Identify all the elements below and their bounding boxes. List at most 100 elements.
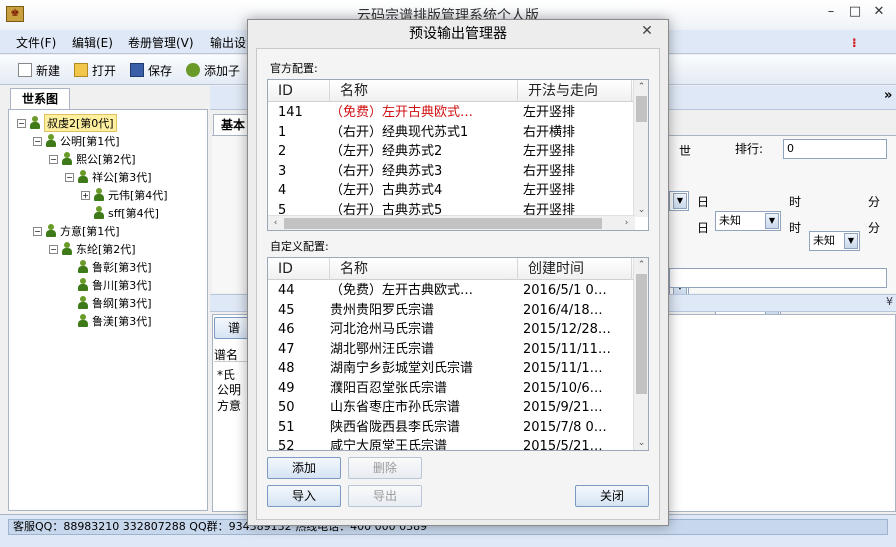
menu-file[interactable]: 文件(F) bbox=[16, 34, 56, 51]
scroll-thumb[interactable] bbox=[636, 274, 647, 394]
list-item[interactable]: 公明 bbox=[217, 381, 241, 398]
month-select[interactable]: ▼ bbox=[669, 191, 689, 211]
scroll-down-icon[interactable]: ⌄ bbox=[634, 203, 648, 217]
scroll-up-icon[interactable]: ⌃ bbox=[634, 258, 648, 272]
table-row[interactable]: 46 河北沧州马氏宗谱 2015/12/28… bbox=[268, 320, 632, 339]
official-hscroll[interactable]: ‹ › bbox=[268, 215, 635, 230]
cell-name: （左开）经典苏式2 bbox=[330, 144, 443, 159]
collapse-box-icon[interactable]: − bbox=[65, 172, 74, 182]
tree-node[interactable]: sff[第4代] bbox=[17, 204, 168, 222]
person-icon bbox=[78, 278, 88, 292]
menu-volume[interactable]: 卷册管理(V) bbox=[128, 34, 194, 51]
tree-node[interactable]: 鲁纲[第3代] bbox=[17, 294, 168, 312]
lineage-tree[interactable]: − 叔虔2[第0代] − 公明[第1代] − 熙公[第2代] − 祥公[第3代] + 元伟[第4代… bbox=[8, 109, 208, 511]
note-input[interactable] bbox=[669, 268, 887, 288]
col-created[interactable]: 创建时间 bbox=[518, 258, 632, 280]
tree-node[interactable]: + 元伟[第4代] bbox=[17, 186, 168, 204]
hour-label-2: 时 bbox=[789, 221, 802, 235]
day-select[interactable]: 未知 ▼ bbox=[715, 211, 781, 231]
table-row[interactable]: 45 贵州贵阳罗氏宗谱 2016/4/18… bbox=[268, 301, 632, 320]
cell-time: 2015/10/6… bbox=[523, 380, 603, 396]
table-row[interactable]: 2 （左开）经典苏式2 左开竖排 bbox=[268, 142, 632, 161]
table-row[interactable]: 48 湖南宁乡彭城堂刘氏宗谱 2015/11/1… bbox=[268, 359, 632, 378]
table-row[interactable]: 52 咸宁大原堂王氏宗谱 2015/5/21… bbox=[268, 437, 632, 451]
day-label: 日 bbox=[697, 195, 710, 209]
custom-config-label: 自定义配置: bbox=[270, 240, 329, 253]
minimize-button[interactable]: – bbox=[822, 3, 840, 21]
cell-id: 52 bbox=[278, 439, 295, 451]
cell-name: 湖北鄂州汪氏宗谱 bbox=[330, 341, 435, 357]
table-row[interactable]: 51 陕西省陇西县李氏宗谱 2015/7/8 0… bbox=[268, 418, 632, 437]
dialog-close-button[interactable]: 关闭 bbox=[575, 485, 649, 507]
export-button[interactable]: 导出 bbox=[348, 485, 422, 507]
custom-list-header: ID 名称 创建时间 bbox=[268, 258, 648, 280]
col-direction[interactable]: 开法与走向 bbox=[518, 80, 632, 102]
tab-lineage[interactable]: 世系图 bbox=[10, 88, 70, 110]
expand-icon[interactable]: ¥ bbox=[886, 295, 893, 308]
tree-node[interactable]: 鲁彰[第3代] bbox=[17, 258, 168, 276]
table-row[interactable]: 1 （右开）经典现代苏式1 右开横排 bbox=[268, 123, 632, 142]
collapse-icon[interactable]: » bbox=[884, 88, 892, 103]
col-name[interactable]: 名称 bbox=[330, 258, 518, 280]
custom-vscroll[interactable]: ⌃ ⌄ bbox=[633, 258, 648, 450]
menu-edit[interactable]: 编辑(E) bbox=[72, 34, 113, 51]
table-row[interactable]: 47 湖北鄂州汪氏宗谱 2015/11/11… bbox=[268, 340, 632, 359]
scroll-right-icon[interactable]: › bbox=[619, 216, 634, 230]
close-icon[interactable]: ✕ bbox=[632, 22, 662, 42]
scroll-left-icon[interactable]: ‹ bbox=[268, 216, 283, 230]
rank-label: 排行: bbox=[735, 142, 764, 156]
table-row[interactable]: 44 （免费）左开古典欧式… 2016/5/1 0… bbox=[268, 281, 632, 300]
maximize-button[interactable]: □ bbox=[846, 3, 864, 21]
new-button[interactable]: 新建 bbox=[18, 60, 60, 80]
delete-button[interactable]: 删除 bbox=[348, 457, 422, 479]
col-id[interactable]: ID bbox=[268, 80, 330, 102]
tree-node[interactable]: − 祥公[第3代] bbox=[17, 168, 168, 186]
collapse-box-icon[interactable]: − bbox=[33, 226, 42, 236]
tree-node[interactable]: − 东纶[第2代] bbox=[17, 240, 168, 258]
tree-node[interactable]: − 熙公[第2代] bbox=[17, 150, 168, 168]
list-item[interactable]: 方意 bbox=[217, 397, 241, 414]
col-id[interactable]: ID bbox=[268, 258, 330, 280]
tree-node[interactable]: − 方意[第1代] bbox=[17, 222, 168, 240]
custom-config-list[interactable]: ID 名称 创建时间 44 （免费）左开古典欧式… 2016/5/1 0… 45 贵州贵… bbox=[267, 257, 649, 451]
table-row[interactable]: 49 濮阳百忍堂张氏宗谱 2015/10/6… bbox=[268, 379, 632, 398]
col-name[interactable]: 名称 bbox=[330, 80, 518, 102]
chevron-down-icon: ▼ bbox=[844, 233, 858, 249]
save-button[interactable]: 保存 bbox=[130, 60, 172, 80]
table-row[interactable]: 141 （免费）左开古典欧式… 左开竖排 bbox=[268, 103, 632, 122]
scroll-down-icon[interactable]: ⌄ bbox=[634, 436, 648, 450]
collapse-box-icon[interactable]: − bbox=[49, 154, 58, 164]
official-vscroll[interactable]: ⌃ ⌄ bbox=[633, 80, 648, 217]
official-config-list[interactable]: ID 名称 开法与走向 141 （免费）左开古典欧式… 左开竖排 1 （右开）经典现代苏… bbox=[267, 79, 649, 231]
table-row[interactable]: 50 山东省枣庄市孙氏宗谱 2015/9/21… bbox=[268, 398, 632, 417]
scroll-thumb[interactable] bbox=[284, 218, 602, 229]
cell-name: 贵州贵阳罗氏宗谱 bbox=[330, 302, 435, 318]
rank-input[interactable]: 0 bbox=[783, 139, 887, 159]
add-button[interactable]: 添加 bbox=[267, 457, 341, 479]
open-button[interactable]: 打开 bbox=[74, 60, 116, 80]
preset-output-dialog: 预设输出管理器 ✕ 官方配置: ID 名称 开法与走向 141 （免费）左开古典欧… bbox=[247, 19, 669, 526]
expand-box-icon[interactable]: + bbox=[81, 190, 90, 200]
tree-node[interactable]: 鲁川[第3代] bbox=[17, 276, 168, 294]
tree-node[interactable]: − 叔虔2[第0代] bbox=[17, 114, 168, 132]
table-row[interactable]: 3 （右开）经典苏式3 右开竖排 bbox=[268, 162, 632, 181]
collapse-box-icon[interactable]: − bbox=[17, 118, 26, 128]
add-child-button[interactable]: 添加子 bbox=[186, 60, 240, 80]
collapse-box-icon[interactable]: − bbox=[49, 244, 58, 254]
cell-id: 44 bbox=[278, 283, 295, 298]
import-button[interactable]: 导入 bbox=[267, 485, 341, 507]
tree-node[interactable]: − 公明[第1代] bbox=[17, 132, 168, 150]
table-row[interactable]: 4 （左开）古典苏式4 左开竖排 bbox=[268, 181, 632, 200]
hour-select[interactable]: 未知 ▼ bbox=[809, 231, 860, 251]
scroll-thumb[interactable] bbox=[636, 96, 647, 122]
close-window-button[interactable]: ✕ bbox=[870, 3, 888, 21]
collapse-box-icon[interactable]: − bbox=[33, 136, 42, 146]
cell-id: 49 bbox=[278, 380, 295, 396]
official-list-header: ID 名称 开法与走向 bbox=[268, 80, 648, 102]
cell-name: （右开）经典苏式3 bbox=[330, 163, 443, 179]
tree-node-label: 公明[第1代] bbox=[60, 135, 120, 148]
menu-output[interactable]: 输出设 bbox=[210, 34, 246, 51]
cell-name: 湖南宁乡彭城堂刘氏宗谱 bbox=[330, 361, 474, 376]
tree-node[interactable]: 鲁渼[第3代] bbox=[17, 312, 168, 330]
scroll-up-icon[interactable]: ⌃ bbox=[634, 80, 648, 94]
